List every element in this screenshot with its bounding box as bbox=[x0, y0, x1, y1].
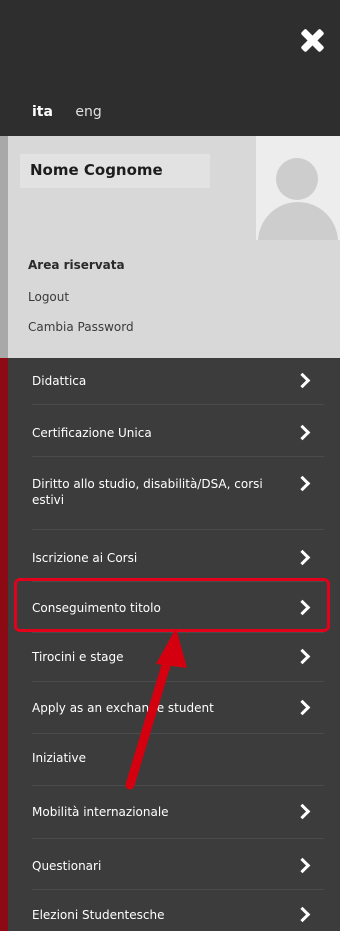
menu-item-label: Mobilità internazionale bbox=[32, 805, 169, 819]
menu-item-tirocini-stage[interactable]: Tirocini e stage bbox=[32, 633, 324, 682]
menu-item-label: Iscrizione ai Corsi bbox=[32, 551, 138, 565]
menu-item-elezioni-studentesche[interactable]: Elezioni Studentesche bbox=[32, 890, 324, 931]
menu-item-label: Diritto allo studio, disabilità/DSA, cor… bbox=[32, 477, 263, 507]
menu-item-apply-exchange[interactable]: Apply as an exchange student bbox=[32, 682, 324, 734]
menu-item-label: Elezioni Studentesche bbox=[32, 908, 165, 922]
chevron-right-icon bbox=[294, 372, 311, 389]
avatar bbox=[256, 136, 340, 240]
avatar-body-icon bbox=[258, 202, 338, 240]
user-section: Nome Cognome Area riservata Logout Cambi… bbox=[0, 136, 340, 358]
change-password-link[interactable]: Cambia Password bbox=[28, 320, 134, 334]
logout-link[interactable]: Logout bbox=[28, 290, 69, 304]
menu-list: Didattica Certificazione Unica Diritto a… bbox=[0, 358, 340, 931]
chevron-right-icon bbox=[294, 906, 311, 923]
menu-item-certificazione-unica[interactable]: Certificazione Unica bbox=[32, 405, 324, 457]
chevron-right-icon bbox=[294, 803, 311, 820]
area-riservata-title: Area riservata bbox=[28, 258, 125, 272]
user-name: Nome Cognome bbox=[30, 161, 163, 179]
chevron-right-icon bbox=[294, 549, 311, 566]
menu-item-label: Certificazione Unica bbox=[32, 426, 152, 440]
menu-item-didattica[interactable]: Didattica bbox=[32, 358, 324, 405]
language-ita[interactable]: ita bbox=[32, 104, 53, 120]
language-switcher: ita eng bbox=[32, 104, 102, 120]
chevron-right-icon bbox=[294, 648, 311, 665]
menu-header: ita eng bbox=[0, 0, 340, 136]
menu-item-mobilita-internazionale[interactable]: Mobilità internazionale bbox=[32, 786, 324, 839]
language-eng[interactable]: eng bbox=[75, 104, 101, 120]
side-menu-panel: ita eng Nome Cognome Area riservata Logo… bbox=[0, 0, 340, 931]
chevron-right-icon bbox=[294, 475, 311, 492]
close-icon[interactable] bbox=[296, 24, 328, 56]
avatar-head-icon bbox=[276, 158, 318, 200]
menu-item-label: Questionari bbox=[32, 859, 102, 873]
menu-item-label: Tirocini e stage bbox=[32, 650, 124, 664]
menu-item-questionari[interactable]: Questionari bbox=[32, 839, 324, 890]
menu-item-iniziative[interactable]: Iniziative bbox=[32, 734, 324, 786]
menu-item-label: Iniziative bbox=[32, 751, 86, 765]
menu-item-diritto-allo-studio[interactable]: Diritto allo studio, disabilità/DSA, cor… bbox=[32, 457, 324, 530]
menu-accent-strip bbox=[0, 358, 8, 931]
menu-item-label: Apply as an exchange student bbox=[32, 701, 214, 715]
menu-item-iscrizione-corsi[interactable]: Iscrizione ai Corsi bbox=[32, 530, 324, 582]
chevron-right-icon bbox=[294, 857, 311, 874]
chevron-right-icon bbox=[294, 699, 311, 716]
highlight-box bbox=[14, 578, 330, 632]
chevron-right-icon bbox=[294, 424, 311, 441]
user-section-accent bbox=[0, 136, 8, 358]
menu-item-label: Didattica bbox=[32, 374, 87, 388]
